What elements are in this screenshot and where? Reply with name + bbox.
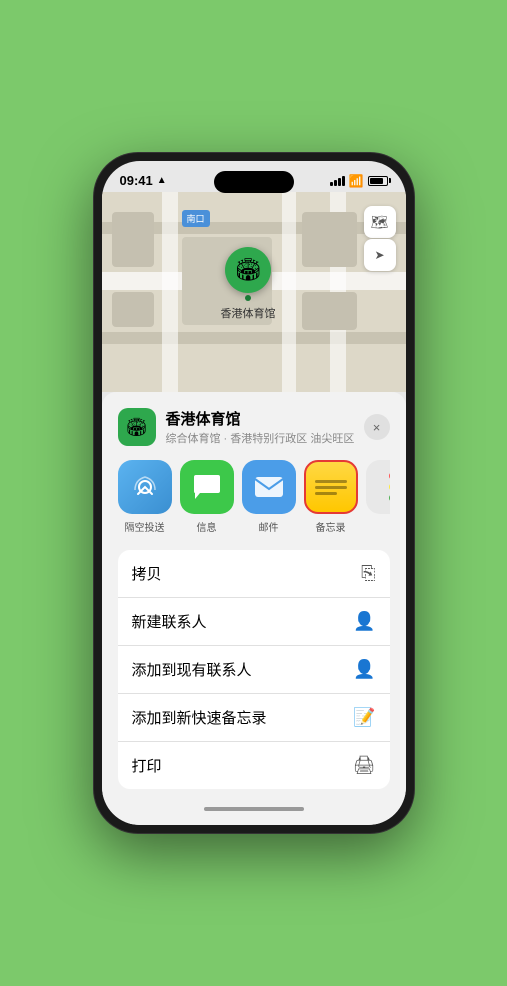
share-row: 隔空投送 信息 — [118, 460, 390, 536]
venue-info: 香港体育馆 综合体育馆 · 香港特别行政区 油尖旺区 — [166, 408, 364, 446]
phone-screen: 09:41 ▲ 📶 — [102, 161, 406, 825]
battery-icon — [368, 176, 388, 186]
action-new-contact-label: 新建联系人 — [132, 611, 207, 632]
action-copy-label: 拷贝 — [132, 563, 162, 584]
share-more-dots — [366, 460, 390, 514]
wifi-icon: 📶 — [349, 174, 364, 188]
dynamic-island — [214, 171, 294, 193]
action-quick-note-label: 添加到新快速备忘录 — [132, 707, 267, 728]
venue-logo-icon: 🏟 — [125, 417, 148, 438]
map-area[interactable]: 南口 🗺 ➤ 🏟 香港体育馆 — [102, 192, 406, 392]
airdrop-label: 隔空投送 — [125, 519, 165, 534]
notes-label: 备忘录 — [316, 519, 346, 534]
home-bar — [204, 807, 304, 811]
action-row-add-contact[interactable]: 添加到现有联系人 👤 — [118, 646, 390, 694]
signal-bars-icon — [330, 176, 345, 186]
venue-title: 香港体育馆 — [166, 408, 364, 429]
notes-icon-wrap — [304, 460, 358, 514]
mail-label: 邮件 — [259, 519, 279, 534]
status-time: 09:41 — [120, 173, 153, 188]
messages-icon-wrap — [180, 460, 234, 514]
venue-pin: 🏟 香港体育馆 — [221, 247, 276, 321]
mail-icon-wrap — [242, 460, 296, 514]
bottom-sheet: 🏟 香港体育馆 综合体育馆 · 香港特别行政区 油尖旺区 × — [102, 392, 406, 825]
venue-name-map: 香港体育馆 — [221, 305, 276, 321]
location-button[interactable]: ➤ — [364, 239, 396, 271]
notes-icon — [315, 480, 347, 495]
action-list: 拷贝 ⎘ 新建联系人 👤 添加到现有联系人 👤 添加到新快速备忘录 📝 打印 — [118, 550, 390, 789]
airdrop-icon — [130, 472, 160, 502]
status-icons: 📶 — [330, 174, 388, 188]
close-button[interactable]: × — [364, 414, 390, 440]
messages-label: 信息 — [197, 519, 217, 534]
action-print-label: 打印 — [132, 755, 162, 776]
phone-frame: 09:41 ▲ 📶 — [94, 153, 414, 833]
mail-icon — [254, 475, 284, 499]
action-add-contact-label: 添加到现有联系人 — [132, 659, 252, 680]
new-contact-icon: 👤 — [353, 611, 375, 632]
quick-note-icon: 📝 — [353, 707, 375, 728]
pin-circle: 🏟 — [225, 247, 271, 293]
action-row-copy[interactable]: 拷贝 ⎘ — [118, 550, 390, 598]
airdrop-icon-wrap — [118, 460, 172, 514]
venue-subtitle: 综合体育馆 · 香港特别行政区 油尖旺区 — [166, 430, 364, 446]
share-item-notes[interactable]: 备忘录 — [304, 460, 358, 534]
action-row-print[interactable]: 打印 🖨 — [118, 742, 390, 789]
share-more[interactable] — [366, 460, 390, 534]
location-icon: ▲ — [157, 175, 167, 186]
add-contact-icon: 👤 — [353, 659, 375, 680]
messages-icon — [192, 473, 222, 501]
map-label-text: 南口 — [187, 214, 205, 224]
action-row-new-contact[interactable]: 新建联系人 👤 — [118, 598, 390, 646]
home-indicator — [118, 799, 390, 819]
map-type-button[interactable]: 🗺 — [364, 206, 396, 238]
venue-logo: 🏟 — [118, 408, 156, 446]
print-icon: 🖨 — [353, 755, 376, 776]
action-row-quick-note[interactable]: 添加到新快速备忘录 📝 — [118, 694, 390, 742]
venue-header: 🏟 香港体育馆 综合体育馆 · 香港特别行政区 油尖旺区 × — [118, 408, 390, 446]
copy-icon: ⎘ — [361, 563, 375, 584]
share-item-mail[interactable]: 邮件 — [242, 460, 296, 534]
share-item-airdrop[interactable]: 隔空投送 — [118, 460, 172, 534]
map-controls: 🗺 ➤ — [364, 206, 396, 271]
map-label-tag: 南口 — [182, 210, 210, 227]
share-item-messages[interactable]: 信息 — [180, 460, 234, 534]
pin-dot — [245, 295, 251, 301]
